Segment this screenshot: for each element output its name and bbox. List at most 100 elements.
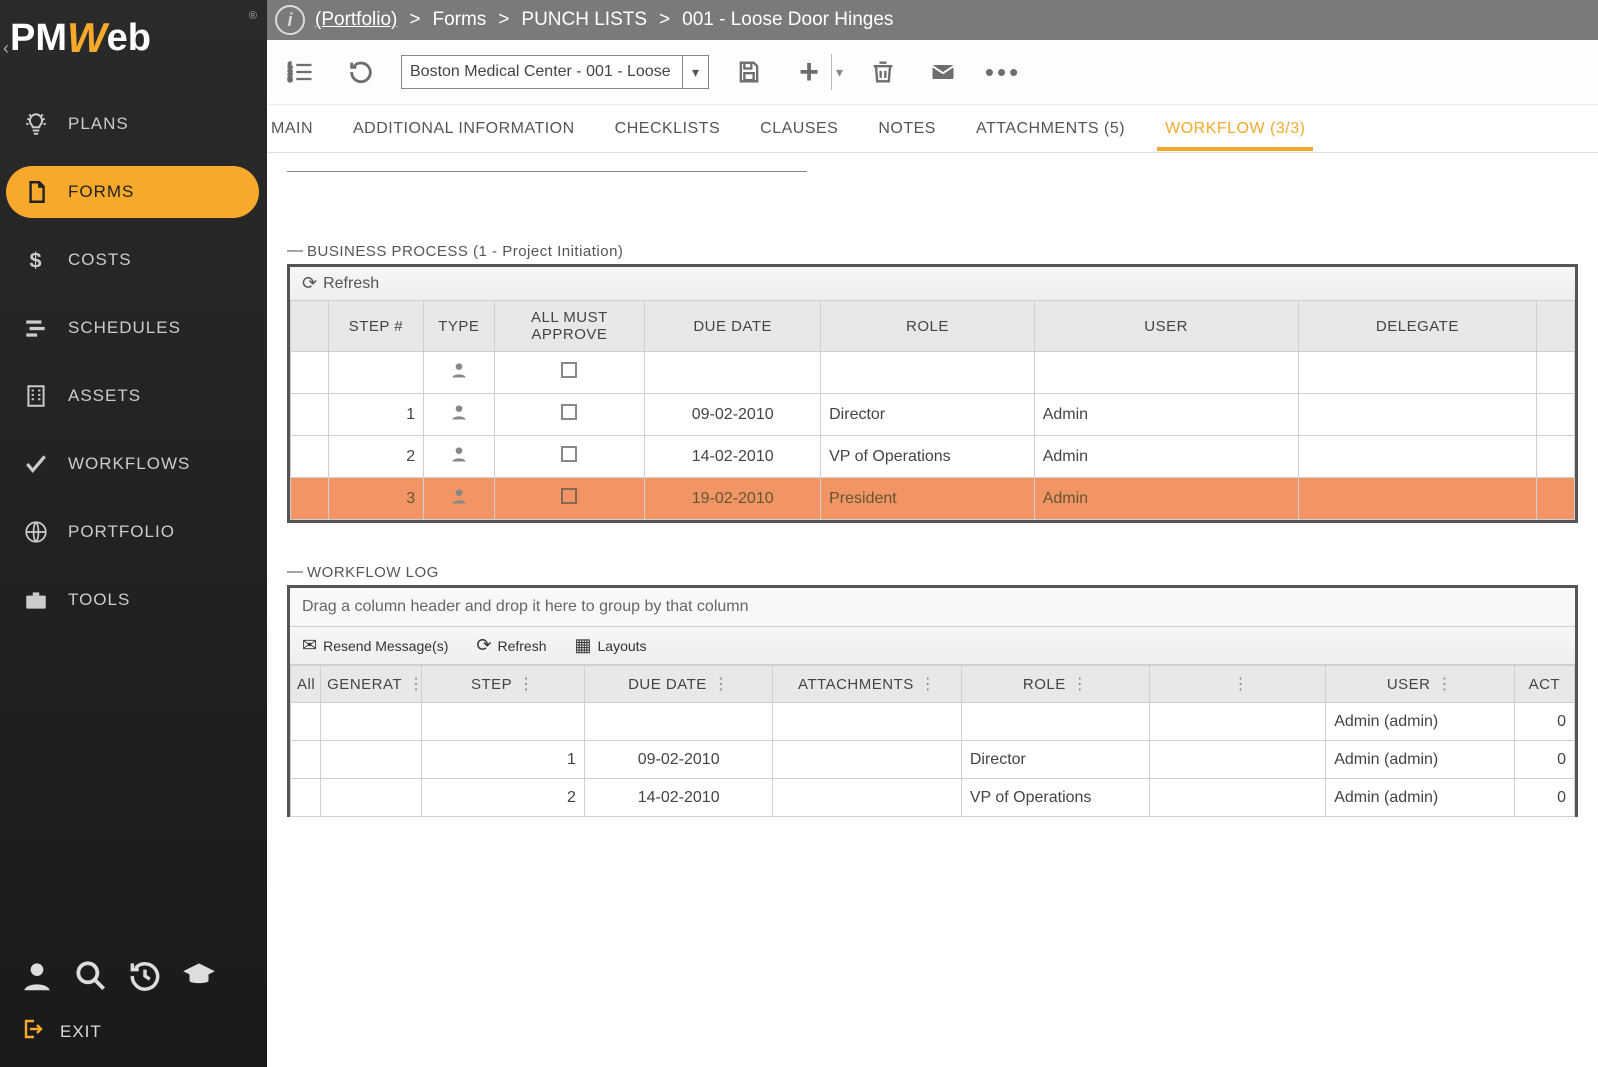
panel-title-workflow-log[interactable]: — WORKFLOW LOG (287, 563, 1578, 581)
table-row[interactable]: Admin (admin) 0 (291, 703, 1575, 741)
checkbox-icon[interactable] (561, 404, 577, 420)
profile-icon[interactable] (18, 957, 56, 995)
tab-clauses[interactable]: CLAUSES (756, 108, 842, 150)
cell-user: Admin (admin) (1326, 741, 1514, 779)
tab-attachments[interactable]: ATTACHMENTS (5) (972, 108, 1129, 150)
chevron-down-icon[interactable]: ▾ (682, 56, 708, 88)
tab-additional-information[interactable]: ADDITIONAL INFORMATION (349, 108, 579, 150)
table-row[interactable]: 2 14-02-2010 VP of Operations Admin (adm… (291, 779, 1575, 817)
col-due[interactable]: DUE DATE ⋮ (584, 666, 772, 703)
breadcrumb-portfolio-link[interactable]: (Portfolio) (315, 9, 397, 31)
refresh-label: Refresh (497, 638, 546, 654)
column-menu-icon[interactable]: ⋮ (713, 676, 730, 693)
email-icon[interactable] (923, 52, 963, 92)
history-icon[interactable] (126, 957, 164, 995)
checkbox-icon[interactable] (561, 446, 577, 462)
undo-history-icon[interactable] (341, 52, 381, 92)
cell-action: 0 (1514, 703, 1574, 741)
col-due-label: DUE DATE (628, 676, 707, 693)
table-row-selected[interactable]: 3 19-02-2010 President Admin (291, 478, 1575, 520)
column-menu-icon[interactable]: ⋮ (518, 676, 535, 693)
search-icon[interactable] (72, 957, 110, 995)
cell-action: 0 (1514, 741, 1574, 779)
collapse-toggle-icon[interactable]: — (287, 563, 303, 581)
app-logo: ‹ PM W eb ® (0, 0, 267, 68)
col-step[interactable]: STEP # (328, 301, 423, 352)
table-row[interactable]: 2 14-02-2010 VP of Operations Admin (291, 436, 1575, 478)
tab-checklists[interactable]: CHECKLISTS (611, 108, 724, 150)
col-delegate[interactable]: DELEGATE (1298, 301, 1537, 352)
col-role[interactable]: ROLE (821, 301, 1035, 352)
refresh-button[interactable]: ⟳ Refresh (302, 273, 379, 294)
sidebar-collapse-chevron[interactable]: ‹ (3, 38, 9, 59)
col-attachments[interactable]: ATTACHMENTS⋮ (773, 666, 961, 703)
chevron-right-icon: > (496, 9, 511, 31)
group-drop-bar[interactable]: Drag a column header and drop it here to… (290, 588, 1575, 627)
layouts-button[interactable]: ▦ Layouts (575, 635, 647, 656)
workflow-log-grid: Drag a column header and drop it here to… (287, 585, 1578, 817)
svg-text:$: $ (30, 248, 43, 273)
check-icon (22, 450, 50, 478)
log-toolbar: ✉ Resend Message(s) ⟳ Refresh ▦ Layouts (290, 627, 1575, 665)
resend-messages-button[interactable]: ✉ Resend Message(s) (302, 635, 448, 656)
sidebar-nav: PLANS FORMS $ COSTS SCHEDULES ASSETS (0, 98, 267, 626)
refresh-button[interactable]: ⟳ Refresh (476, 635, 546, 656)
column-menu-icon[interactable]: ⋮ (920, 676, 937, 693)
col-action[interactable]: ACT (1514, 666, 1574, 703)
more-icon[interactable]: ••• (983, 52, 1023, 92)
cell-role (821, 352, 1035, 394)
checkbox-icon[interactable] (561, 362, 577, 378)
cell-due (584, 703, 772, 741)
logo-swoosh-icon: W (67, 14, 107, 62)
col-generated-label: GENERAT (327, 676, 402, 693)
cell-user: Admin (1034, 394, 1298, 436)
sidebar-exit[interactable]: EXIT (0, 1005, 267, 1067)
col-user[interactable]: USER (1034, 301, 1298, 352)
add-split-button[interactable]: + ▾ (789, 52, 843, 92)
cell-role: Director (961, 741, 1149, 779)
sidebar-item-label: PLANS (68, 114, 129, 134)
col-generated[interactable]: GENERAT ⋮ (321, 666, 422, 703)
tab-workflow[interactable]: WORKFLOW (3/3) (1161, 108, 1309, 150)
info-icon[interactable]: i (275, 5, 305, 35)
col-all[interactable]: All (291, 666, 321, 703)
checkbox-icon[interactable] (561, 488, 577, 504)
cell-user (1034, 352, 1298, 394)
delete-icon[interactable] (863, 52, 903, 92)
plus-icon[interactable]: + (789, 52, 829, 92)
col-step[interactable]: STEP⋮ (421, 666, 584, 703)
svg-text:2: 2 (288, 69, 292, 76)
col-role[interactable]: ROLE⋮ (961, 666, 1149, 703)
table-row[interactable]: 1 09-02-2010 Director Admin (admin) 0 (291, 741, 1575, 779)
sidebar-item-workflows[interactable]: WORKFLOWS (6, 438, 259, 490)
column-menu-icon[interactable]: ⋮ (408, 676, 425, 693)
record-picker-combo[interactable]: Boston Medical Center - 001 - Loose ▾ (401, 55, 709, 89)
column-menu-icon[interactable]: ⋮ (1233, 676, 1250, 693)
sidebar-item-portfolio[interactable]: PORTFOLIO (6, 506, 259, 558)
tab-main[interactable]: MAIN (267, 108, 317, 150)
col-approve[interactable]: ALL MUST APPROVE (494, 301, 645, 352)
save-icon[interactable] (729, 52, 769, 92)
tab-notes[interactable]: NOTES (874, 108, 940, 150)
col-type[interactable]: TYPE (424, 301, 494, 352)
col-user[interactable]: USER⋮ (1326, 666, 1514, 703)
learn-icon[interactable] (180, 957, 218, 995)
sidebar-item-schedules[interactable]: SCHEDULES (6, 302, 259, 354)
collapse-toggle-icon[interactable]: — (287, 242, 303, 260)
sidebar-item-plans[interactable]: PLANS (6, 98, 259, 150)
col-blank[interactable]: ⋮ (1150, 666, 1326, 703)
sidebar-item-costs[interactable]: $ COSTS (6, 234, 259, 286)
panel-title-business-process[interactable]: — BUSINESS PROCESS (1 - Project Initiati… (287, 242, 1578, 260)
sidebar-item-tools[interactable]: TOOLS (6, 574, 259, 626)
column-menu-icon[interactable]: ⋮ (1437, 676, 1454, 693)
table-row[interactable]: 1 09-02-2010 Director Admin (291, 394, 1575, 436)
sidebar-item-assets[interactable]: ASSETS (6, 370, 259, 422)
chevron-down-icon[interactable]: ▾ (834, 64, 843, 81)
col-due[interactable]: DUE DATE (645, 301, 821, 352)
sidebar-item-forms[interactable]: FORMS (6, 166, 259, 218)
cell-approve[interactable] (494, 352, 645, 394)
column-menu-icon[interactable]: ⋮ (1072, 676, 1089, 693)
cell-role: Director (821, 394, 1035, 436)
table-row[interactable] (291, 352, 1575, 394)
numbered-list-icon[interactable]: 123 (281, 52, 321, 92)
